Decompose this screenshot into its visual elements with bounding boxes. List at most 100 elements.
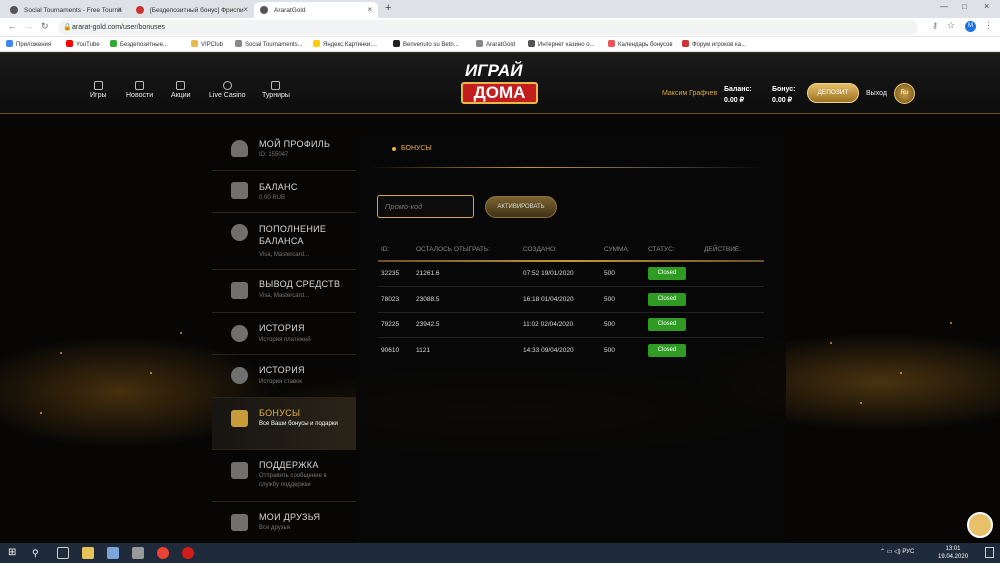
chat-icon xyxy=(231,462,248,479)
sidebar-item-balance[interactable]: БАЛАНС 0.00 RUB xyxy=(212,171,356,213)
window-close-icon[interactable]: × xyxy=(984,1,989,11)
opera-icon[interactable] xyxy=(182,547,194,559)
column-header-amount: СУММА: xyxy=(604,246,630,253)
bookmark[interactable]: Бездепозитные... xyxy=(110,40,168,48)
system-tray: ⌃ ▭ ◁) РУС xyxy=(880,549,915,555)
megaphone-icon xyxy=(135,81,145,90)
chat-bubble-icon[interactable] xyxy=(967,512,993,538)
back-icon[interactable]: ← xyxy=(8,21,17,31)
nav-games[interactable]: Игры xyxy=(90,81,107,99)
input-language[interactable]: РУС xyxy=(902,549,914,555)
sidebar-item-withdraw[interactable]: ВЫВОД СРЕДСТВ Visa, Mastercard... xyxy=(212,270,356,313)
save-app-icon[interactable] xyxy=(107,547,119,559)
bookmark[interactable]: VIPClub xyxy=(191,40,223,48)
username[interactable]: Максим Графчев xyxy=(662,90,717,97)
column-header-action: ДЕЙСТВИЕ: xyxy=(704,246,742,253)
menu-dots-icon[interactable]: ⋮ xyxy=(984,20,993,31)
browser-tab-active[interactable]: AraratGold × xyxy=(254,2,378,18)
tab-underline xyxy=(370,167,765,168)
close-icon[interactable]: × xyxy=(117,5,122,14)
maximize-icon[interactable]: □ xyxy=(962,2,967,11)
sidebar-item-profile[interactable]: МОЙ ПРОФИЛЬ ID: 155047 xyxy=(212,130,356,171)
tab-title: Social Tournaments - Free Tourna xyxy=(24,6,122,14)
site-icon xyxy=(191,40,198,47)
windows-start-icon[interactable]: ⊞ xyxy=(8,547,20,559)
chrome-icon[interactable] xyxy=(157,547,169,559)
gift-icon xyxy=(231,410,248,427)
bookmark[interactable]: Яндекс.Картинки:... xyxy=(313,40,377,48)
account-sidebar: МОЙ ПРОФИЛЬ ID: 155047 БАЛАНС 0.00 RUB П… xyxy=(212,130,356,543)
sidebar-item-subtitle: История платежей xyxy=(259,337,311,343)
status-badge: Closed xyxy=(648,318,686,331)
sidebar-item-payment-history[interactable]: ИСТОРИЯ История платежей xyxy=(212,313,356,355)
logout-link[interactable]: Выход xyxy=(866,90,887,97)
cell-amount: 500 xyxy=(604,270,615,277)
bookmark[interactable]: Benvenuto su Betn... xyxy=(393,40,459,48)
forward-icon[interactable]: → xyxy=(24,21,33,31)
lock-icon: 🔒 xyxy=(63,24,72,31)
sidebar-item-support[interactable]: ПОДДЕРЖКА Отправить сообщение в службу п… xyxy=(212,450,356,502)
status-badge: Closed xyxy=(648,267,686,280)
tab-bonuses[interactable]: БОНУСЫ xyxy=(401,145,432,152)
file-explorer-icon[interactable] xyxy=(82,547,94,559)
sidebar-item-friends[interactable]: МОИ ДРУЗЬЯ Все друзья xyxy=(212,502,356,543)
cell-id: 78023 xyxy=(381,296,400,303)
clock[interactable]: 13:01 19.04.2020 xyxy=(938,545,968,561)
tab-title: [Бездепозитный бонус] Фриспи xyxy=(150,6,244,14)
cell-amount: 500 xyxy=(604,296,615,303)
key-icon[interactable]: ⚷ xyxy=(932,21,938,30)
notifications-icon[interactable] xyxy=(985,547,994,558)
close-icon[interactable]: × xyxy=(367,5,372,14)
bookmark[interactable]: Форум игроков ка... xyxy=(682,40,746,48)
sidebar-item-bet-history[interactable]: ИСТОРИЯ История ставок xyxy=(212,355,356,398)
sidebar-item-title: МОИ ДРУЗЬЯ xyxy=(259,512,321,522)
activate-button[interactable]: АКТИВИРОВАТЬ xyxy=(485,196,557,218)
coins-icon xyxy=(231,282,248,299)
deposit-button[interactable]: ДЕПОЗИТ xyxy=(807,83,859,103)
site-icon xyxy=(110,40,117,47)
tab-title: AraratGold xyxy=(274,6,306,14)
task-view-icon[interactable] xyxy=(57,547,69,559)
bookmark[interactable]: Social Tournaments... xyxy=(235,40,303,48)
star-icon[interactable]: ☆ xyxy=(947,20,955,31)
sidebar-item-deposit[interactable]: ПОПОЛНЕНИЕ БАЛАНСА Visa, Mastercard... xyxy=(212,213,356,270)
sidebar-item-subtitle: Visa, Mastercard... xyxy=(259,293,309,299)
reload-icon[interactable]: ↻ xyxy=(41,21,49,32)
promo-code-input[interactable] xyxy=(377,195,474,218)
url-input[interactable]: 🔒 ararat-gold.com/user/bonuses xyxy=(58,20,918,35)
site-logo[interactable]: ИГРАЙ ДОМА xyxy=(459,61,539,111)
nav-tournaments[interactable]: Турниры xyxy=(262,81,290,99)
logo-bottom-text: ДОМА xyxy=(461,82,538,104)
logo-top-text: ИГРАЙ xyxy=(465,61,523,80)
language-button[interactable]: Ru xyxy=(894,83,915,104)
clock-date: 19.04.2020 xyxy=(938,554,969,560)
cell-remaining: 21261.6 xyxy=(416,270,440,277)
close-icon[interactable]: × xyxy=(243,5,248,14)
browser-tab[interactable]: [Бездепозитный бонус] Фриспи × xyxy=(130,2,254,18)
nav-news[interactable]: Новости xyxy=(126,81,153,99)
history-icon xyxy=(231,325,248,342)
balance-block: Баланс: 0.00 ₽ xyxy=(724,84,752,106)
minimize-icon[interactable]: — xyxy=(940,2,948,11)
sidebar-item-bonuses[interactable]: БОНУСЫ Все Ваши бонусы и подарки xyxy=(212,398,356,450)
nav-live-casino[interactable]: Live Casino xyxy=(209,81,246,99)
user-icon xyxy=(231,140,248,157)
column-header-remaining: ОСТАЛОСЬ ОТЫГРАТЬ: xyxy=(416,246,490,253)
windows-taskbar: ⊞ ⚲ ⌃ ▭ ◁) РУС 13:01 19.04.2020 xyxy=(0,543,1000,563)
bookmark[interactable]: AraratGold xyxy=(476,40,515,48)
search-icon[interactable]: ⚲ xyxy=(32,547,44,559)
browser-tab[interactable]: Social Tournaments - Free Tourna × xyxy=(4,2,128,18)
bookmark-label: YouTube xyxy=(76,42,100,48)
bookmark-apps[interactable]: Приложения xyxy=(6,40,51,48)
sidebar-item-subtitle: ID: 155047 xyxy=(259,152,289,158)
profile-avatar[interactable]: M xyxy=(965,21,976,32)
calculator-icon[interactable] xyxy=(132,547,144,559)
new-tab-icon[interactable]: + xyxy=(385,2,391,14)
gift-icon xyxy=(231,514,248,531)
w-logo-icon xyxy=(682,40,689,47)
bookmark[interactable]: Интернет казино о... xyxy=(528,40,595,48)
cell-created: 07:52 19/01/2020 xyxy=(523,270,574,277)
bookmark[interactable]: YouTube xyxy=(66,40,100,48)
nav-promotions[interactable]: Акции xyxy=(171,81,191,99)
bookmark[interactable]: Календарь бонусов xyxy=(608,40,673,48)
